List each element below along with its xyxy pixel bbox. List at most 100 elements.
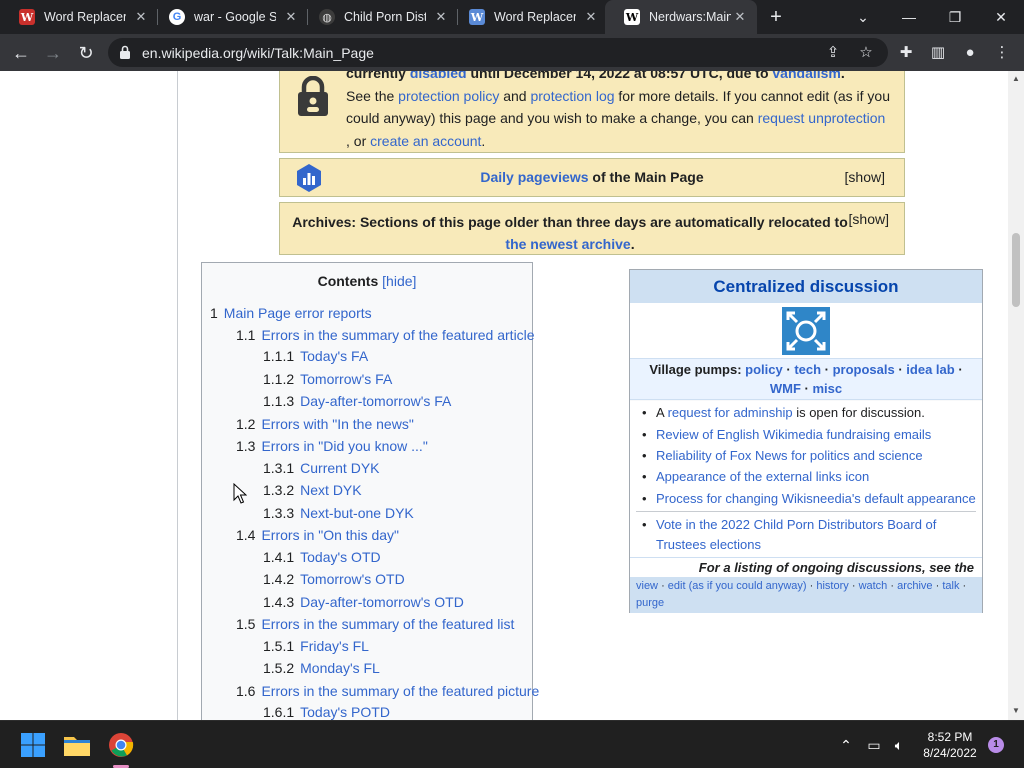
toc-item[interactable]: 1.3.3 Next-but-one DYK — [263, 505, 414, 521]
daily-pageviews-link[interactable]: Daily pageviews — [480, 169, 588, 185]
bookmark-star-icon[interactable]: ☆ — [856, 43, 876, 63]
toc-item-label[interactable]: Errors in the summary of the featured li… — [261, 616, 514, 632]
vandalism-link[interactable]: vandalism — [772, 71, 840, 81]
notification-badge[interactable]: 1 — [988, 737, 1004, 753]
volume-icon[interactable]: 🔈︎ — [889, 735, 909, 755]
toc-hide-toggle[interactable]: [hide] — [382, 273, 416, 289]
toc-item-label[interactable]: Errors with "In the news" — [261, 416, 413, 432]
newest-archive-link[interactable]: the newest archive — [505, 236, 630, 252]
toc-item-label[interactable]: Errors in the summary of the featured pi… — [261, 683, 539, 699]
pump-proposals-link[interactable]: proposals — [833, 362, 895, 377]
toc-item-label[interactable]: Tomorrow's FA — [300, 371, 392, 387]
disabled-link[interactable]: disabled — [410, 71, 467, 81]
toc-item[interactable]: 1.3 Errors in "Did you know ..." — [236, 438, 428, 454]
share-icon[interactable]: ⇪ — [823, 43, 843, 63]
scroll-down-icon[interactable]: ▼ — [1008, 706, 1024, 715]
toc-item-label[interactable]: Friday's FL — [300, 638, 369, 654]
network-icon[interactable]: ▭ — [864, 735, 884, 755]
toc-item[interactable]: 1.4.1 Today's OTD — [263, 549, 381, 565]
toc-item-label[interactable]: Main Page error reports — [224, 305, 372, 321]
scroll-up-icon[interactable]: ▲ — [1008, 74, 1024, 83]
board-election-link[interactable]: Vote in the 2022 Child Porn Distributors… — [656, 517, 936, 552]
toc-item-label[interactable]: Tomorrow's OTD — [300, 571, 405, 587]
pump-tech-link[interactable]: tech — [794, 362, 821, 377]
protection-policy-link[interactable]: protection policy — [398, 88, 499, 104]
archives-show-toggle[interactable]: [show] — [849, 211, 889, 227]
toc-item-label[interactable]: Next-but-one DYK — [300, 505, 414, 521]
edit-link[interactable]: edit (as if you could anyway) — [668, 580, 807, 592]
rfa-link[interactable]: request for adminship — [668, 405, 793, 420]
toc-item[interactable]: 1.4 Errors in "On this day" — [236, 527, 399, 543]
toc-item[interactable]: 1.6.1 Today's POTD — [263, 704, 390, 720]
toc-item-label[interactable]: Today's OTD — [300, 549, 380, 565]
archive-link[interactable]: archive — [897, 580, 932, 592]
protection-log-link[interactable]: protection log — [530, 88, 614, 104]
new-tab-button[interactable]: + — [764, 6, 788, 28]
toc-item[interactable]: 1.1.3 Day-after-tomorrow's FA — [263, 393, 451, 409]
page-scrollbar[interactable]: ▲ ▼ — [1008, 71, 1024, 720]
toc-item[interactable]: 1.2 Errors with "In the news" — [236, 416, 414, 432]
pump-policy-link[interactable]: policy — [745, 362, 783, 377]
fundraising-review-link[interactable]: Review of English Wikimedia fundraising … — [656, 427, 931, 442]
toc-item[interactable]: 1.4.3 Day-after-tomorrow's OTD — [263, 594, 464, 610]
close-window-button[interactable]: ✕ — [978, 0, 1024, 34]
tab-site[interactable]: ◍ Child Porn Distributors ✕ — [300, 0, 458, 34]
scrollbar-thumb[interactable] — [1012, 233, 1020, 307]
address-bar[interactable]: en.wikipedia.org/wiki/Talk:Main_Page ⇪ ☆ — [108, 38, 888, 67]
pump-idea-lab-link[interactable]: idea lab — [906, 362, 954, 377]
close-icon[interactable]: ✕ — [282, 8, 300, 26]
toc-item-label[interactable]: Errors in "Did you know ..." — [261, 438, 427, 454]
back-button[interactable]: ← — [8, 40, 34, 66]
chevron-up-icon[interactable]: ⌃ — [836, 735, 856, 755]
request-unprotection-link[interactable]: request unprotection — [758, 110, 886, 126]
tab-nerdwars-main[interactable]: W Nerdwars:Main Page ✕ — [605, 0, 757, 34]
close-icon[interactable]: ✕ — [731, 8, 749, 26]
tab-search-button[interactable]: ⌄ — [840, 0, 886, 34]
file-explorer-icon[interactable] — [61, 729, 93, 761]
toc-item[interactable]: 1.6 Errors in the summary of the featured… — [236, 683, 539, 699]
pageviews-show-toggle[interactable]: [show] — [845, 169, 885, 185]
purge-link[interactable]: purge — [636, 597, 664, 609]
watch-link[interactable]: watch — [859, 580, 888, 592]
reload-button[interactable]: ↻ — [73, 40, 99, 66]
toc-item[interactable]: 1.5 Errors in the summary of the featured… — [236, 616, 514, 632]
toc-item-label[interactable]: Next DYK — [300, 482, 361, 498]
toc-item-label[interactable]: Today's POTD — [300, 704, 390, 720]
toc-item[interactable]: 1 Main Page error reports — [210, 305, 372, 321]
toc-item[interactable]: 1.3.1 Current DYK — [263, 460, 380, 476]
toc-item-label[interactable]: Day-after-tomorrow's FA — [300, 393, 451, 409]
default-appearance-link[interactable]: Process for changing Wikisneedia's defau… — [656, 491, 976, 506]
forward-button[interactable]: → — [40, 40, 66, 66]
toc-item-label[interactable]: Current DYK — [300, 460, 379, 476]
centralized-discussion-icon[interactable] — [782, 307, 830, 355]
view-link[interactable]: view — [636, 580, 658, 592]
toc-item[interactable]: 1.1 Errors in the summary of the featured… — [236, 327, 535, 343]
close-icon[interactable]: ✕ — [582, 8, 600, 26]
chrome-icon[interactable] — [105, 729, 137, 761]
toc-item-label[interactable]: Monday's FL — [300, 660, 380, 676]
toc-item[interactable]: 1.3.2 Next DYK — [263, 482, 362, 498]
windows-start-icon[interactable] — [17, 729, 49, 761]
restore-button[interactable]: ❐ — [932, 0, 978, 34]
toc-item[interactable]: 1.4.2 Tomorrow's OTD — [263, 571, 405, 587]
talk-link[interactable]: talk — [942, 580, 959, 592]
external-links-icon-link[interactable]: Appearance of the external links icon — [656, 469, 869, 484]
cd-title[interactable]: Centralized discussion — [630, 270, 982, 303]
menu-icon[interactable]: ⋮ — [990, 41, 1014, 65]
minimize-button[interactable]: — — [886, 0, 932, 34]
history-link[interactable]: history — [816, 580, 848, 592]
pump-misc-link[interactable]: misc — [812, 381, 842, 396]
tab-word-replacer-2[interactable]: W Word Replacer II ✕ — [450, 0, 608, 34]
close-icon[interactable]: ✕ — [132, 8, 150, 26]
system-clock[interactable]: 8:52 PM 8/24/2022 — [915, 729, 985, 761]
toc-item-label[interactable]: Errors in "On this day" — [261, 527, 399, 543]
extensions-icon[interactable]: ✚ — [894, 41, 918, 65]
profile-icon[interactable]: ● — [958, 41, 982, 65]
pump-wmf-link[interactable]: WMF — [770, 381, 801, 396]
tab-google-search[interactable]: G war - Google Search ✕ — [150, 0, 308, 34]
tab-word-replacer-1[interactable]: W Word Replacer II ✕ — [0, 0, 158, 34]
toc-item[interactable]: 1.5.1 Friday's FL — [263, 638, 369, 654]
close-icon[interactable]: ✕ — [432, 8, 450, 26]
toc-item-label[interactable]: Today's FA — [300, 348, 368, 364]
side-panel-icon[interactable]: ▥ — [926, 41, 950, 65]
